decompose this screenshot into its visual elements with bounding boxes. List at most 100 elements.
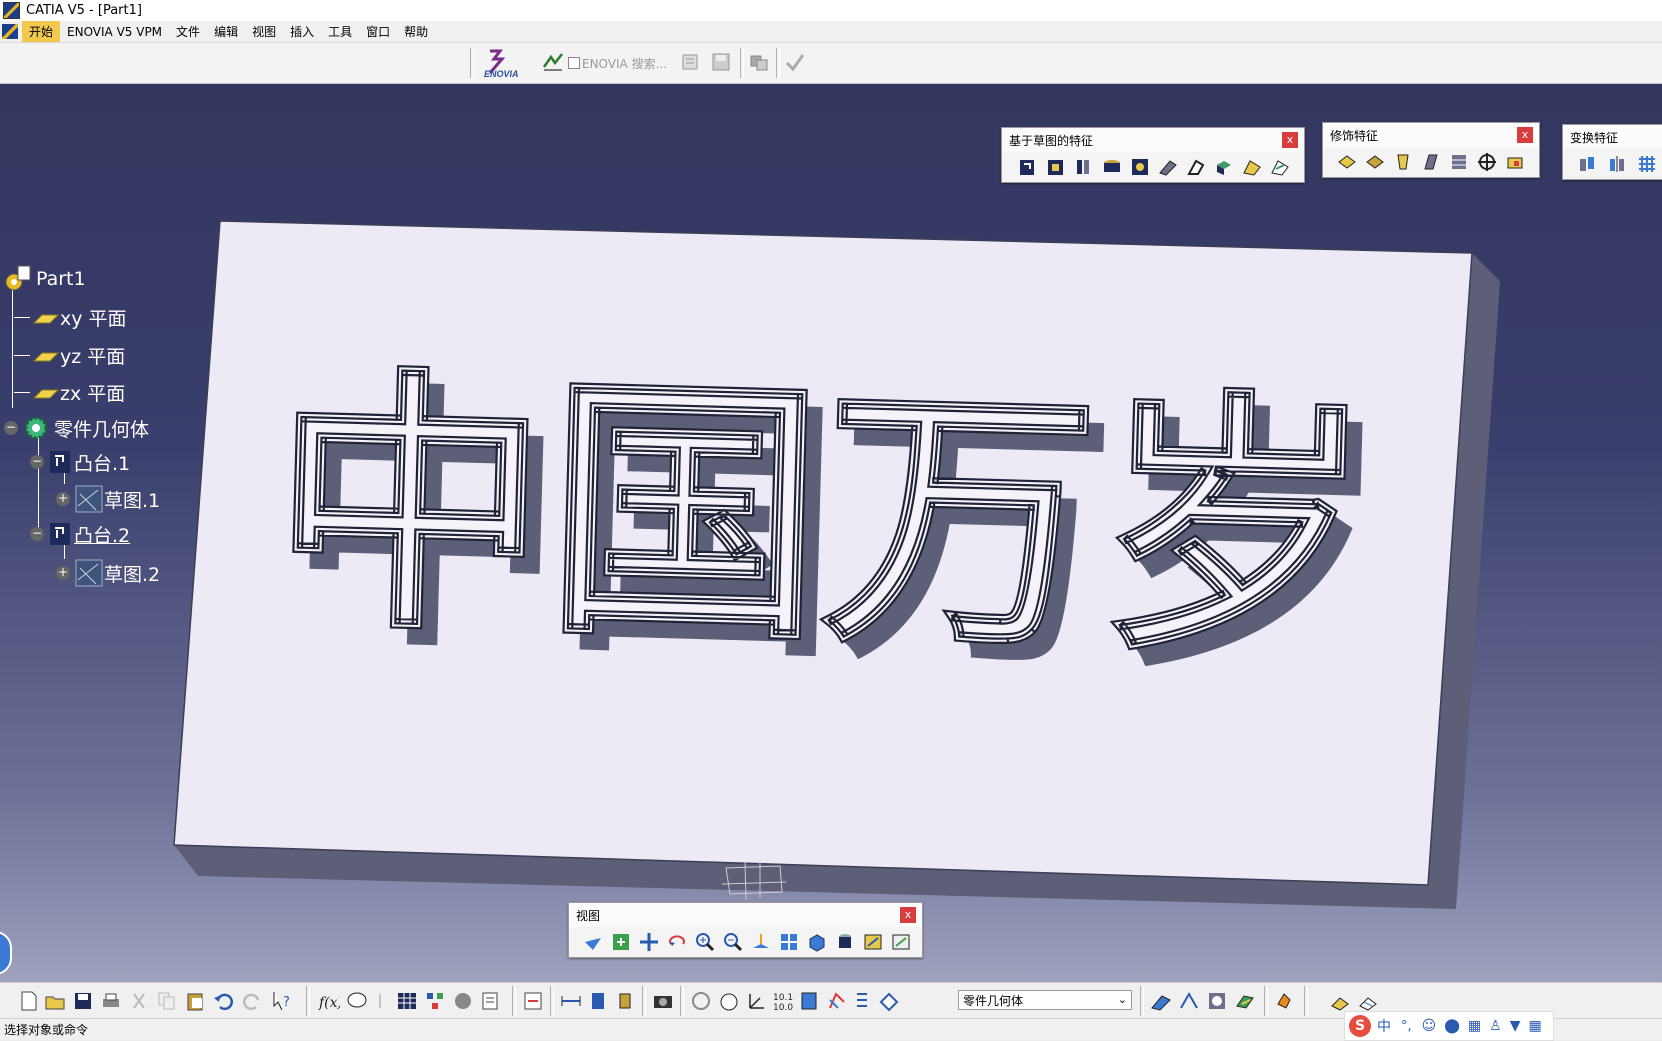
grid-snap-icon[interactable]: 10.110.0 [772,990,794,1012]
undo-icon[interactable] [212,990,234,1012]
boolean-icon[interactable] [826,990,848,1012]
hole-icon[interactable] [1130,157,1150,177]
rotate-view-icon[interactable] [690,990,712,1012]
menu-tools[interactable]: 工具 [321,21,359,42]
groove-icon[interactable] [1102,157,1122,177]
insert-body-icon[interactable] [798,990,820,1012]
pocket-icon[interactable] [1046,157,1066,177]
expand-icon[interactable]: + [56,492,70,506]
skin-icon[interactable]: ▼ [1510,1018,1521,1034]
remove-face-icon[interactable] [1505,152,1525,172]
knowledge-icon[interactable] [346,990,368,1012]
apply-material-icon[interactable] [1234,990,1256,1012]
palette-header[interactable]: 视图 x [569,903,922,927]
tree-item-pad-1[interactable]: − 凸台.1 [30,448,130,476]
formula-icon[interactable]: f(x) [318,990,340,1012]
pan-icon[interactable] [639,932,659,952]
measure-inertia-icon[interactable] [614,990,636,1012]
draft-angle-icon[interactable] [1393,152,1413,172]
tree-item-part-body[interactable]: − 零件几何体 [4,412,149,444]
menu-file[interactable]: 文件 [169,21,207,42]
publication-icon[interactable] [1274,990,1296,1012]
tree-item-sketch-1[interactable]: + 草图.1 [56,484,160,514]
scan-icon[interactable] [522,990,544,1012]
multi-section-solid-icon[interactable] [1242,157,1262,177]
tree-item-part1[interactable]: Part1 [2,264,86,294]
mirror-icon[interactable] [1607,154,1627,174]
ime-toolbar[interactable]: S 中 °, ☺ ⬤ ▦ ♙ ▼ ▦ [1344,1011,1554,1041]
catia-system-icon[interactable] [2,24,18,39]
shaft-icon[interactable] [1074,157,1094,177]
shell-icon[interactable] [1421,152,1441,172]
cut-icon[interactable] [128,990,150,1012]
enovia-sync-icon[interactable] [748,51,770,73]
enovia-logo-icon[interactable]: ENOVIA [482,47,532,79]
whats-this-icon[interactable]: ? [272,990,294,1012]
catalog-icon[interactable] [424,990,446,1012]
analysis-icon[interactable] [1206,990,1228,1012]
hand-icon[interactable] [718,990,740,1012]
current-body-select[interactable]: 零件几何体 ⌄ [958,990,1132,1010]
fly-mode-icon[interactable] [583,932,603,952]
iso-view-icon[interactable] [807,932,827,952]
workbench-surface-icon[interactable] [1358,990,1380,1012]
translation-icon[interactable] [1577,154,1597,174]
menu-edit[interactable]: 编辑 [207,21,245,42]
measure-item-icon[interactable] [588,990,610,1012]
palette-header[interactable]: 修饰特征 x [1323,123,1539,147]
pad-icon[interactable] [1018,157,1038,177]
3d-viewport[interactable]: 中国万岁 中国万岁 Part1 xy 平面 yz 平面 zx 平面 − 零件几何… [0,84,1662,982]
fit-all-icon[interactable] [611,932,631,952]
swap-visible-space-icon[interactable] [891,932,911,952]
open-icon[interactable] [44,990,66,1012]
law-icon[interactable] [372,990,394,1012]
rotate-icon[interactable] [667,932,687,952]
workbench-sketch-icon[interactable] [1330,990,1352,1012]
new-icon[interactable] [18,990,40,1012]
close-icon[interactable]: x [900,907,916,923]
update-all-icon[interactable] [480,990,502,1012]
copy-icon[interactable] [156,990,178,1012]
thread-icon[interactable] [1477,152,1497,172]
print-icon[interactable] [100,990,122,1012]
keyboard-icon[interactable]: ▦ [1468,1018,1481,1034]
tree-item-pad-2[interactable]: − 凸台.2 [30,520,130,548]
multi-view-icon[interactable] [779,932,799,952]
expand-icon[interactable]: + [56,566,70,580]
chamfer-icon[interactable] [1365,152,1385,172]
user-icon[interactable]: ♙ [1489,1018,1502,1034]
design-table-icon[interactable] [396,990,418,1012]
normal-view-icon[interactable] [751,932,771,952]
menu-window[interactable]: 窗口 [359,21,397,42]
collapse-icon[interactable]: − [30,527,44,541]
positioned-sketch-icon[interactable] [1178,990,1200,1012]
enovia-check-icon[interactable] [784,51,806,73]
close-icon[interactable]: x [1517,127,1533,143]
tree-item-xy-plane[interactable]: xy 平面 [14,304,127,331]
rib-icon[interactable] [1158,157,1178,177]
tree-item-zx-plane[interactable]: zx 平面 [14,379,125,406]
palette-header[interactable]: 基于草图的特征 x [1002,128,1304,152]
define-in-work-object-icon[interactable] [878,990,900,1012]
enovia-connect-icon[interactable] [542,51,564,73]
slot-icon[interactable] [1186,157,1206,177]
menu-enovia-vpm[interactable]: ENOVIA V5 VPM [60,23,169,41]
pattern-icon[interactable] [1637,154,1657,174]
emoji-icon[interactable]: ☺ [1422,1018,1437,1034]
sketcher-icon[interactable] [1150,990,1172,1012]
enovia-query-icon[interactable] [680,51,702,73]
layer-icon[interactable] [852,990,874,1012]
zoom-in-icon[interactable] [695,932,715,952]
paste-icon[interactable] [184,990,206,1012]
removed-multi-section-icon[interactable] [1270,157,1290,177]
menu-help[interactable]: 帮助 [397,21,435,42]
enovia-checkbox[interactable] [568,57,580,69]
menu-view[interactable]: 视图 [245,21,283,42]
edge-fillet-icon[interactable] [1337,152,1357,172]
enovia-search-label[interactable]: ENOVIA 搜索... [582,55,667,72]
stiffener-icon[interactable] [1214,157,1234,177]
thickness-icon[interactable] [1449,152,1469,172]
axis-system-icon[interactable] [746,990,768,1012]
close-icon[interactable]: x [1282,132,1298,148]
zoom-out-icon[interactable] [723,932,743,952]
